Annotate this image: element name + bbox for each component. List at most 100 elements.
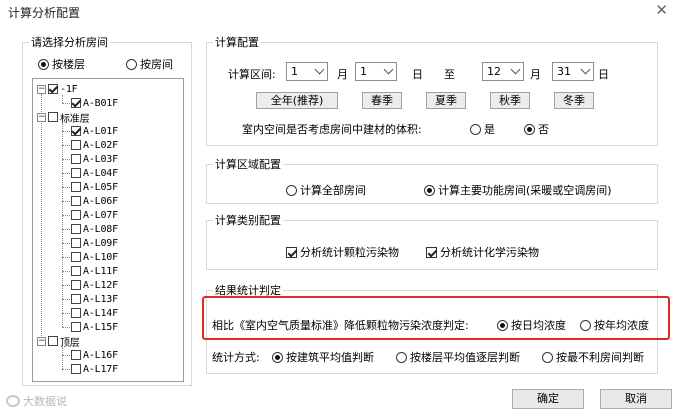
mode-by-room-radio[interactable]: 按房间: [126, 56, 173, 72]
tree-checkbox-icon[interactable]: [71, 308, 81, 318]
criterion-daily-radio[interactable]: 按日均浓度: [497, 317, 566, 333]
tree-floor-node[interactable]: A-L02F: [71, 138, 118, 152]
tree-group-node[interactable]: − 标准层: [37, 110, 90, 125]
tree-floor-node[interactable]: A-L07F: [71, 208, 118, 222]
tree-checkbox-icon[interactable]: [48, 84, 58, 94]
tree-floor-node[interactable]: A-B01F: [71, 96, 118, 110]
method-worst-room-radio[interactable]: 按最不利房间判断: [542, 349, 644, 365]
collapse-icon[interactable]: −: [37, 336, 46, 346]
title-bar: 计算分析配置 ✕: [0, 0, 678, 24]
tree-checkbox-icon[interactable]: [71, 98, 81, 108]
volume-yes-radio[interactable]: 是: [470, 121, 495, 137]
tree-floor-node[interactable]: A-L05F: [71, 180, 118, 194]
tree-floor-node[interactable]: A-L10F: [71, 250, 118, 264]
radio-icon: [126, 58, 137, 70]
tree-group-node[interactable]: − -1F: [37, 82, 78, 96]
tree-checkbox-icon[interactable]: [71, 140, 81, 150]
tree-floor-node[interactable]: A-L08F: [71, 222, 118, 236]
method-building-avg-radio[interactable]: 按建筑平均值判断: [272, 349, 374, 365]
radio-icon: [497, 319, 508, 331]
tree-floor-node[interactable]: A-L14F: [71, 306, 118, 320]
season-winter-button[interactable]: 冬季: [554, 92, 594, 109]
criterion-daily-label: 按日均浓度: [511, 319, 566, 332]
chemical-pollutant-checkbox[interactable]: 分析统计化学污染物: [426, 244, 539, 260]
calc-config-legend: 计算配置: [215, 36, 259, 49]
criterion-annual-radio[interactable]: 按年均浓度: [580, 317, 649, 333]
area-all-rooms-radio[interactable]: 计算全部房间: [286, 182, 366, 198]
end-month-select[interactable]: 12: [482, 62, 524, 81]
tree-checkbox-icon[interactable]: [71, 154, 81, 164]
tree-connector: [62, 131, 70, 132]
chevron-down-icon: [580, 64, 591, 75]
volume-no-radio[interactable]: 否: [524, 121, 549, 137]
mode-by-floor-radio[interactable]: 按楼层: [38, 56, 85, 72]
tree-floor-node[interactable]: A-L13F: [71, 292, 118, 306]
end-day-select[interactable]: 31: [552, 62, 594, 81]
start-month-select[interactable]: 1: [286, 62, 328, 81]
criterion-label: 相比《室内空气质量标准》降低颗粒物污染浓度判定:: [212, 319, 469, 332]
method-floor-avg-radio[interactable]: 按楼层平均值逐层判断: [396, 349, 520, 365]
floor-tree[interactable]: − -1F A-B01F − 标准层 A-L01F A-L02F A-L03F A-L04F A-…: [32, 78, 184, 382]
tree-connector: [62, 145, 70, 146]
particle-pollutant-label: 分析统计颗粒污染物: [300, 246, 399, 259]
tree-checkbox-icon[interactable]: [71, 126, 81, 136]
particle-pollutant-checkbox[interactable]: 分析统计颗粒污染物: [286, 244, 399, 260]
tree-node-label: A-L09F: [83, 237, 118, 249]
month-label: 月: [337, 68, 348, 81]
method-worst-room-label: 按最不利房间判断: [556, 351, 644, 364]
area-main-rooms-radio[interactable]: 计算主要功能房间(采暖或空调房间): [424, 182, 612, 198]
tree-floor-node[interactable]: A-L04F: [71, 166, 118, 180]
tree-floor-node[interactable]: A-L06F: [71, 194, 118, 208]
volume-question: 室内空间是否考虑房间中建材的体积:: [242, 123, 422, 136]
start-month-value: 1: [291, 65, 298, 78]
cancel-button[interactable]: 取消: [600, 389, 672, 409]
tree-checkbox-icon[interactable]: [71, 224, 81, 234]
radio-icon: [580, 319, 591, 331]
ok-button[interactable]: 确定: [512, 389, 584, 409]
tree-floor-node[interactable]: A-L03F: [71, 152, 118, 166]
tree-floor-node[interactable]: A-L09F: [71, 236, 118, 250]
season-autumn-button[interactable]: 秋季: [490, 92, 530, 109]
tree-checkbox-icon[interactable]: [48, 336, 58, 346]
tree-group-node[interactable]: − 顶层: [37, 334, 80, 349]
tree-checkbox-icon[interactable]: [71, 168, 81, 178]
tree-connector: [62, 103, 70, 104]
tree-checkbox-icon[interactable]: [71, 350, 81, 360]
tree-checkbox-icon[interactable]: [71, 196, 81, 206]
collapse-icon[interactable]: −: [37, 112, 46, 122]
close-icon[interactable]: ✕: [655, 1, 668, 19]
tree-checkbox-icon[interactable]: [71, 238, 81, 248]
window-title: 计算分析配置: [8, 6, 81, 20]
season-full-year-button[interactable]: 全年(推荐): [256, 92, 338, 109]
tree-checkbox-icon[interactable]: [71, 252, 81, 262]
tree-checkbox-icon[interactable]: [71, 266, 81, 276]
end-month-value: 12: [487, 65, 501, 78]
mode-by-room-label: 按房间: [140, 58, 173, 71]
tree-floor-node[interactable]: A-L01F: [71, 124, 118, 138]
tree-checkbox-icon[interactable]: [48, 112, 58, 122]
chemical-pollutant-label: 分析统计化学污染物: [440, 246, 539, 259]
start-day-select[interactable]: 1: [355, 62, 397, 81]
tree-node-label: A-L05F: [83, 181, 118, 193]
tree-node-label: A-L08F: [83, 223, 118, 235]
tree-checkbox-icon[interactable]: [71, 182, 81, 192]
season-summer-button[interactable]: 夏季: [426, 92, 466, 109]
tree-floor-node[interactable]: A-L12F: [71, 278, 118, 292]
tree-checkbox-icon[interactable]: [71, 364, 81, 374]
tree-checkbox-icon[interactable]: [71, 280, 81, 290]
tree-floor-node[interactable]: A-L11F: [71, 264, 118, 278]
tree-floor-node[interactable]: A-L17F: [71, 362, 118, 376]
room-select-legend: 请选择分析房间: [31, 36, 108, 49]
tree-connector: [62, 271, 70, 272]
season-spring-button[interactable]: 春季: [362, 92, 402, 109]
tree-node-label: A-L13F: [83, 293, 118, 305]
tree-floor-node[interactable]: A-L15F: [71, 320, 118, 334]
checkbox-icon: [286, 246, 297, 258]
collapse-icon[interactable]: −: [37, 84, 46, 94]
tree-node-label: A-L02F: [83, 139, 118, 151]
tree-checkbox-icon[interactable]: [71, 210, 81, 220]
tree-floor-node[interactable]: A-L16F: [71, 348, 118, 362]
tree-checkbox-icon[interactable]: [71, 294, 81, 304]
tree-checkbox-icon[interactable]: [71, 322, 81, 332]
tree-node-label: A-L04F: [83, 167, 118, 179]
